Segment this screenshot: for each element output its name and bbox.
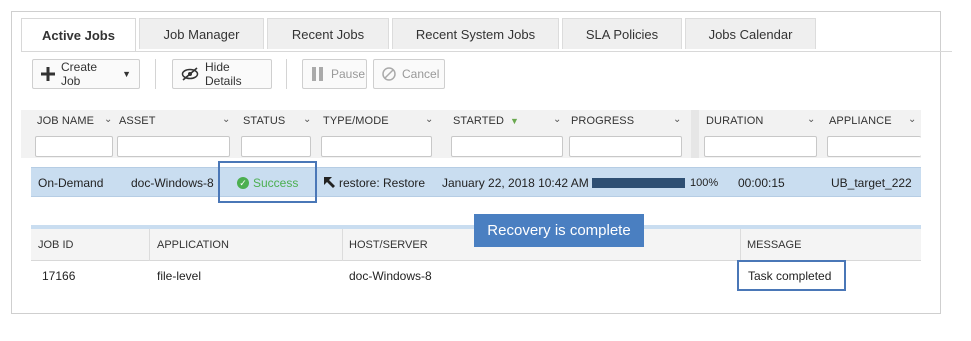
- chevron-down-icon[interactable]: ⌄: [673, 114, 681, 125]
- column-appliance[interactable]: APPLIANCE ⌄: [824, 110, 921, 158]
- column-label: DURATION: [706, 115, 764, 127]
- filter-job-name-input[interactable]: [35, 136, 113, 157]
- detail-column-job-id: JOB ID: [38, 239, 74, 251]
- sort-desc-icon[interactable]: ▼: [510, 116, 519, 126]
- column-label: STARTED ▼: [453, 115, 519, 127]
- chevron-down-icon[interactable]: ⌄: [553, 114, 561, 125]
- column-label: TYPE/MODE: [323, 115, 389, 127]
- chevron-down-icon[interactable]: ⌄: [303, 114, 311, 125]
- cell-type-mode: restore: Restore: [324, 176, 425, 190]
- tab-active-jobs[interactable]: Active Jobs: [21, 18, 136, 52]
- hide-details-label: Hide Details: [205, 60, 242, 88]
- tab-recent-jobs[interactable]: Recent Jobs: [267, 18, 389, 49]
- pause-button[interactable]: Pause: [302, 59, 367, 89]
- cancel-button[interactable]: Cancel: [373, 59, 445, 89]
- create-job-button[interactable]: Create Job ▼: [32, 59, 140, 89]
- column-resize-handle[interactable]: [691, 110, 699, 158]
- job-row-selected[interactable]: On-Demand doc-Windows-8 ✓ Success restor…: [31, 167, 921, 197]
- pause-icon: [311, 67, 325, 81]
- column-job-name[interactable]: JOB NAME ⌄: [32, 110, 114, 158]
- filter-appliance-input[interactable]: [827, 136, 921, 157]
- cancel-label: Cancel: [402, 67, 440, 81]
- plus-icon: [41, 67, 55, 81]
- toolbar-separator: [286, 59, 287, 89]
- filter-progress-input[interactable]: [569, 136, 682, 157]
- progress-bar: [592, 178, 685, 188]
- tab-bar: Active Jobs Job Manager Recent Jobs Rece…: [21, 18, 819, 52]
- cell-duration: 00:00:15: [738, 176, 785, 190]
- cell-job-name: On-Demand: [38, 176, 104, 190]
- column-label: PROGRESS: [571, 115, 635, 127]
- filter-status-input[interactable]: [241, 136, 311, 157]
- column-progress[interactable]: PROGRESS ⌄: [566, 110, 688, 158]
- cell-appliance: UB_target_222: [831, 176, 912, 190]
- filter-type-mode-input[interactable]: [321, 136, 432, 157]
- column-started[interactable]: STARTED ▼ ⌄: [448, 110, 566, 158]
- tab-jobs-calendar[interactable]: Jobs Calendar: [685, 18, 816, 49]
- hide-details-button[interactable]: Hide Details: [172, 59, 272, 89]
- progress-percent: 100%: [690, 177, 719, 189]
- tab-sla-policies[interactable]: SLA Policies: [562, 18, 682, 49]
- detail-job-id: 17166: [42, 269, 76, 283]
- detail-column-application: APPLICATION: [157, 239, 229, 251]
- filter-asset-input[interactable]: [117, 136, 230, 157]
- cell-asset: doc-Windows-8: [131, 176, 214, 190]
- status-highlight-box: [218, 161, 317, 203]
- message-highlight-box: [737, 260, 846, 291]
- jobs-grid-header: JOB NAME ⌄ ASSET ⌄ STATUS ⌄ TYPE/MODE ⌄ …: [21, 110, 921, 158]
- column-divider: [149, 229, 150, 261]
- chevron-down-icon[interactable]: ⌄: [104, 114, 112, 125]
- caret-down-icon: ▼: [122, 69, 131, 79]
- tab-divider: [21, 51, 952, 52]
- detail-column-host-server: HOST/SERVER: [349, 239, 428, 251]
- column-divider: [740, 229, 741, 261]
- chevron-down-icon[interactable]: ⌄: [425, 114, 433, 125]
- column-label: APPLIANCE: [829, 115, 892, 127]
- filter-duration-input[interactable]: [704, 136, 817, 157]
- detail-column-message: MESSAGE: [747, 239, 802, 251]
- column-label: ASSET: [119, 115, 156, 127]
- column-label-text: STARTED: [453, 115, 505, 127]
- eye-slash-icon: [181, 67, 199, 81]
- column-divider: [342, 229, 343, 261]
- type-mode-label: restore: Restore: [339, 176, 426, 190]
- recovery-callout: Recovery is complete: [474, 214, 644, 247]
- cell-started: January 22, 2018 10:42 AM: [442, 176, 589, 190]
- toolbar: Create Job ▼ Hide Details Pause Cancel: [21, 59, 921, 91]
- column-label: JOB NAME: [37, 115, 95, 127]
- pause-label: Pause: [331, 67, 366, 81]
- chevron-down-icon[interactable]: ⌄: [908, 114, 916, 125]
- detail-host: doc-Windows-8: [349, 269, 432, 283]
- tab-job-manager[interactable]: Job Manager: [139, 18, 264, 49]
- filter-started-input[interactable]: [451, 136, 563, 157]
- cancel-icon: [382, 67, 396, 81]
- column-status[interactable]: STATUS ⌄: [238, 110, 316, 158]
- column-type-mode[interactable]: TYPE/MODE ⌄: [318, 110, 438, 158]
- create-job-label: Create Job: [61, 60, 98, 88]
- tab-recent-system-jobs[interactable]: Recent System Jobs: [392, 18, 559, 49]
- chevron-down-icon[interactable]: ⌄: [222, 114, 230, 125]
- restore-arrow-icon: [324, 177, 336, 189]
- detail-application: file-level: [157, 269, 202, 283]
- chevron-down-icon[interactable]: ⌄: [807, 114, 815, 125]
- toolbar-separator: [155, 59, 156, 89]
- column-label: STATUS: [243, 115, 286, 127]
- column-duration[interactable]: DURATION ⌄: [701, 110, 821, 158]
- column-asset[interactable]: ASSET ⌄: [114, 110, 236, 158]
